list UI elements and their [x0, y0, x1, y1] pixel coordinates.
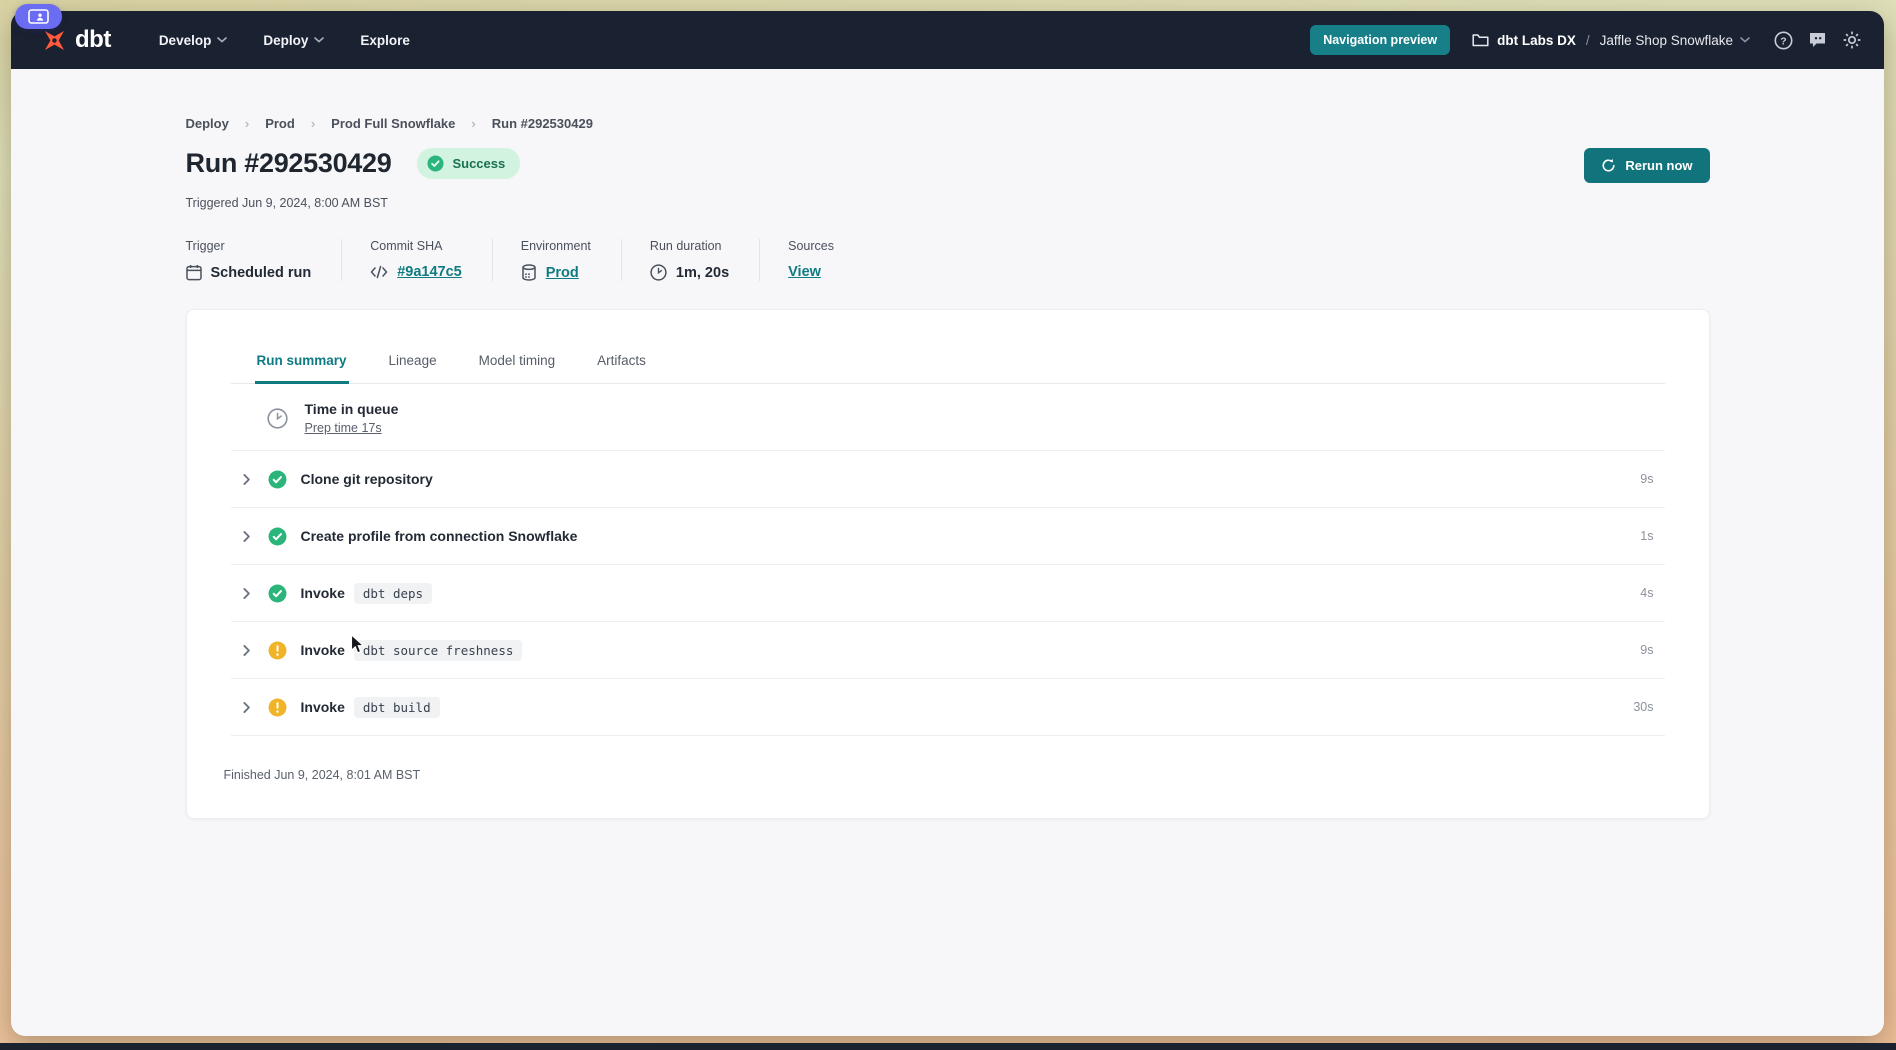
step-label: Invoke	[301, 585, 345, 601]
environment-link[interactable]: Prod	[546, 265, 579, 281]
step-row-create-profile[interactable]: Create profile from connection Snowflake…	[231, 508, 1665, 565]
success-check-icon	[427, 155, 444, 172]
commit-sha-link[interactable]: #9a147c5	[397, 264, 462, 280]
step-duration: 9s	[1640, 643, 1658, 657]
breadcrumb-separator: ›	[471, 116, 475, 131]
navbar-right: Navigation preview dbt Labs DX / Jaffle …	[1310, 25, 1862, 55]
meta-environment: Environment Prod	[521, 239, 622, 281]
step-duration: 30s	[1633, 700, 1658, 714]
breadcrumb-prod[interactable]: Prod	[265, 116, 295, 131]
taskbar-edge	[0, 1043, 1896, 1050]
run-meta: Trigger Scheduled run Commit SHA #9a147c…	[186, 239, 1710, 281]
success-check-icon	[268, 527, 287, 546]
database-icon	[521, 264, 537, 281]
chevron-right-icon[interactable]	[240, 473, 253, 486]
top-navbar: dbt Develop Deploy Explore Navigation pr…	[11, 11, 1884, 69]
app-window: dbt Develop Deploy Explore Navigation pr…	[11, 11, 1884, 1036]
step-label: Clone git repository	[301, 471, 433, 487]
chevron-right-icon[interactable]	[240, 587, 253, 600]
code-icon	[370, 265, 388, 279]
warning-icon	[268, 641, 287, 660]
breadcrumb-separator: ›	[311, 116, 315, 131]
success-check-icon	[268, 470, 287, 489]
step-row-dbt-deps[interactable]: Invoke dbt deps 4s	[231, 565, 1665, 622]
run-summary-card: Run summary Lineage Model timing Artifac…	[186, 309, 1710, 819]
success-check-icon	[268, 584, 287, 603]
calendar-icon	[186, 264, 202, 281]
account-switcher[interactable]: dbt Labs DX / Jaffle Shop Snowflake	[1472, 33, 1750, 48]
sources-view-link[interactable]: View	[788, 264, 821, 280]
step-code-chip: dbt source freshness	[354, 640, 523, 661]
clock-icon	[650, 264, 667, 281]
meta-sources: Sources View	[788, 239, 864, 281]
queue-clock-icon	[267, 408, 288, 429]
navigation-preview-button[interactable]: Navigation preview	[1310, 25, 1450, 55]
step-duration: 1s	[1640, 529, 1658, 543]
tab-lineage[interactable]: Lineage	[387, 351, 439, 384]
step-duration: 9s	[1640, 472, 1658, 486]
main-nav: Develop Deploy Explore	[145, 24, 424, 57]
nav-item-deploy[interactable]: Deploy	[249, 24, 338, 57]
breadcrumb-run[interactable]: Run #292530429	[492, 116, 593, 131]
triggered-timestamp: Triggered Jun 9, 2024, 8:00 AM BST	[186, 196, 1710, 210]
step-duration: 4s	[1640, 586, 1658, 600]
step-code-chip: dbt build	[354, 697, 440, 718]
step-row-clone-git[interactable]: Clone git repository 9s	[231, 451, 1665, 508]
dbt-logo-text: dbt	[75, 26, 111, 54]
chevron-right-icon[interactable]	[240, 644, 253, 657]
step-row-dbt-build[interactable]: Invoke dbt build 30s	[231, 679, 1665, 736]
rerun-now-button[interactable]: Rerun now	[1584, 148, 1709, 183]
finished-timestamp: Finished Jun 9, 2024, 8:01 AM BST	[224, 768, 1665, 818]
run-tabs: Run summary Lineage Model timing Artifac…	[231, 351, 1665, 384]
status-badge: Success	[417, 148, 520, 179]
step-label: Invoke	[301, 642, 345, 658]
screen-share-icon	[28, 9, 49, 24]
breadcrumb-deploy[interactable]: Deploy	[186, 116, 229, 131]
breadcrumb-separator: ›	[245, 116, 249, 131]
project-name[interactable]: Jaffle Shop Snowflake	[1600, 33, 1750, 48]
step-label: Invoke	[301, 699, 345, 715]
account-name: dbt Labs DX	[1497, 33, 1576, 48]
chevron-right-icon[interactable]	[240, 701, 253, 714]
tab-artifacts[interactable]: Artifacts	[595, 351, 648, 384]
tab-model-timing[interactable]: Model timing	[477, 351, 558, 384]
queue-title: Time in queue	[305, 401, 399, 417]
chevron-down-icon	[1740, 37, 1750, 43]
svg-text:?: ?	[1780, 35, 1786, 47]
step-code-chip: dbt deps	[354, 583, 432, 604]
screen-share-badge[interactable]	[15, 4, 62, 29]
meta-run-duration: Run duration 1m, 20s	[650, 239, 760, 281]
page-title: Run #292530429	[186, 148, 392, 179]
nav-item-develop[interactable]: Develop	[145, 24, 242, 57]
chevron-down-icon	[314, 37, 324, 43]
step-label: Create profile from connection Snowflake	[301, 528, 578, 544]
folder-icon	[1472, 33, 1489, 47]
step-row-dbt-source-freshness[interactable]: Invoke dbt source freshness 9s	[231, 622, 1665, 679]
prep-time-link[interactable]: Prep time 17s	[305, 421, 399, 435]
dbt-logo[interactable]: dbt	[41, 26, 111, 54]
run-header: Run #292530429 Success Rerun now	[186, 148, 1710, 183]
meta-trigger: Trigger Scheduled run	[186, 239, 343, 281]
time-in-queue-block: Time in queue Prep time 17s	[231, 384, 1665, 451]
breadcrumb: Deploy › Prod › Prod Full Snowflake › Ru…	[186, 116, 1710, 131]
feedback-icon[interactable]	[1808, 31, 1827, 49]
nav-item-explore[interactable]: Explore	[346, 24, 424, 57]
help-icon[interactable]: ?	[1774, 31, 1793, 50]
navbar-icons: ?	[1774, 30, 1862, 50]
breadcrumb-job[interactable]: Prod Full Snowflake	[331, 116, 455, 131]
tab-run-summary[interactable]: Run summary	[255, 351, 349, 384]
chevron-right-icon[interactable]	[240, 530, 253, 543]
chevron-down-icon	[217, 37, 227, 43]
warning-icon	[268, 698, 287, 717]
meta-commit-sha: Commit SHA #9a147c5	[370, 239, 493, 281]
account-separator: /	[1584, 33, 1592, 48]
refresh-icon	[1601, 158, 1616, 173]
settings-gear-icon[interactable]	[1842, 30, 1862, 50]
dbt-logo-icon	[41, 27, 68, 54]
